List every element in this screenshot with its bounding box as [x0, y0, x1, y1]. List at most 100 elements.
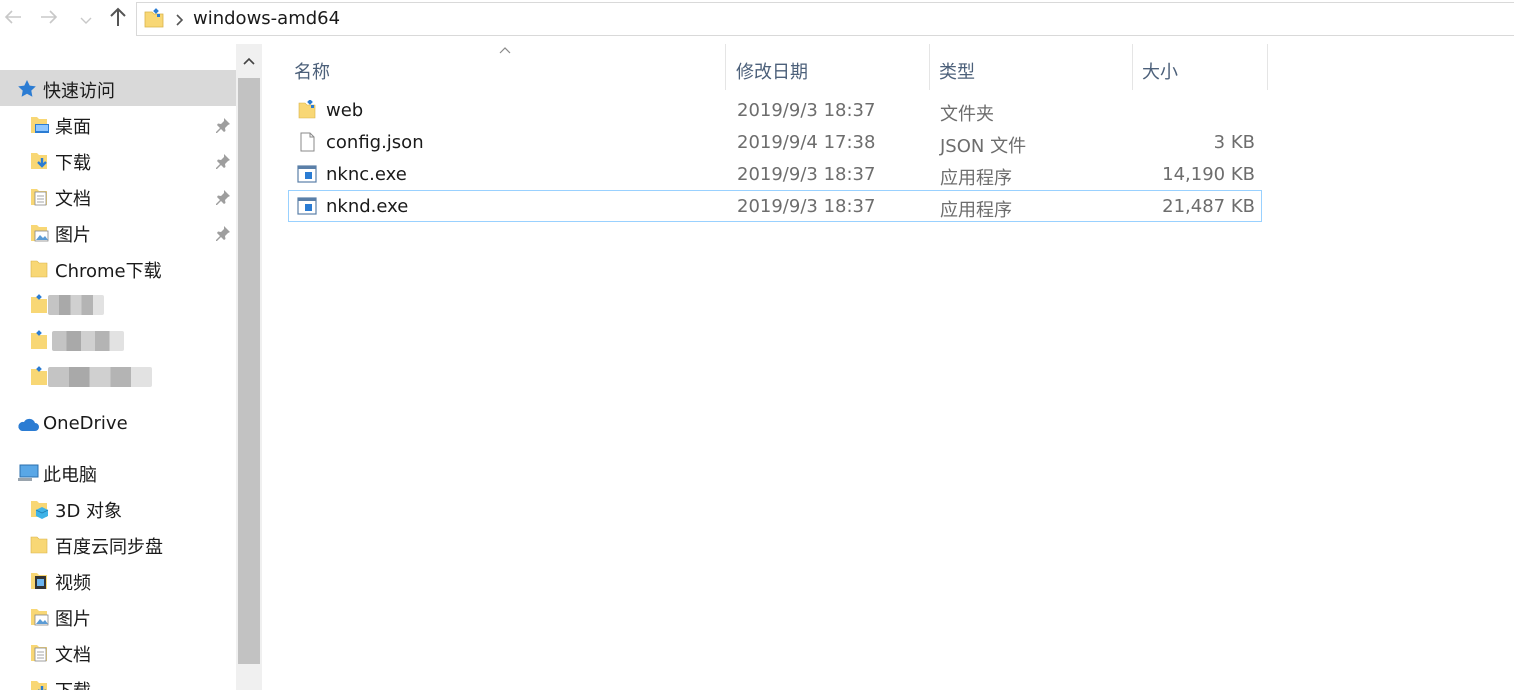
cloud-icon	[16, 414, 39, 436]
scroll-down-button[interactable]	[236, 668, 262, 690]
file-name: config.json	[326, 132, 424, 153]
folder-icon	[143, 8, 165, 30]
navigation-pane: 快速访问 桌面 下载 文档 图片 Chrome下载 OneDrive 此电脑 3…	[0, 44, 236, 690]
nav-item-downloads[interactable]: 下载	[0, 670, 236, 690]
nav-item-documents[interactable]: 文档	[0, 178, 236, 214]
column-divider[interactable]	[1132, 44, 1133, 90]
pin-icon[interactable]	[214, 116, 232, 134]
nav-label: 文档	[55, 645, 91, 666]
downloads-folder-icon	[29, 150, 51, 172]
file-date: 2019/9/3 18:37	[737, 196, 876, 217]
application-icon	[297, 196, 317, 216]
column-divider[interactable]	[929, 44, 930, 90]
nav-label: 文档	[55, 189, 91, 210]
redacted-label	[52, 331, 124, 351]
videos-folder-icon	[29, 570, 51, 592]
folder-icon	[29, 534, 51, 556]
nav-label: 下载	[55, 153, 91, 174]
nav-onedrive[interactable]: OneDrive	[0, 406, 236, 442]
column-header-size[interactable]: 大小	[1134, 44, 1266, 90]
file-row[interactable]: config.json 2019/9/4 17:38 JSON 文件 3 KB	[288, 126, 1262, 158]
file-size: 14,190 KB	[1162, 164, 1255, 185]
forward-arrow-icon	[40, 9, 58, 29]
nav-label: 图片	[55, 609, 91, 630]
nav-item-pictures[interactable]: 图片	[0, 598, 236, 634]
pictures-folder-icon	[29, 606, 51, 628]
file-name: nknc.exe	[326, 164, 407, 185]
forward-button[interactable]	[34, 6, 64, 32]
column-divider[interactable]	[725, 44, 726, 90]
file-row[interactable]: nknc.exe 2019/9/3 18:37 应用程序 14,190 KB	[288, 158, 1262, 190]
back-arrow-icon	[4, 9, 22, 29]
nav-item-chrome-downloads[interactable]: Chrome下载	[0, 250, 236, 286]
column-header-name[interactable]: 名称	[286, 44, 724, 90]
nav-item-redacted[interactable]	[0, 358, 236, 394]
folder-icon	[29, 258, 51, 280]
file-row[interactable]: nknd.exe 2019/9/3 18:37 应用程序 21,487 KB	[288, 190, 1262, 222]
star-icon	[16, 78, 38, 100]
desktop-folder-icon	[29, 114, 51, 136]
column-header-type[interactable]: 类型	[931, 44, 1131, 90]
nav-item-videos[interactable]: 视频	[0, 562, 236, 598]
nav-label: 桌面	[55, 117, 91, 138]
document-icon	[297, 132, 317, 152]
nav-label: 3D 对象	[55, 501, 123, 522]
pin-icon[interactable]	[214, 152, 232, 170]
nav-quick-access[interactable]: 快速访问	[0, 70, 236, 106]
file-date: 2019/9/3 18:37	[737, 164, 876, 185]
nav-item-redacted[interactable]	[0, 322, 236, 358]
pictures-folder-icon	[29, 222, 51, 244]
back-button[interactable]	[0, 6, 26, 32]
nav-label: 此电脑	[43, 465, 97, 486]
nav-label: 视频	[55, 573, 91, 594]
breadcrumb-current[interactable]: windows-amd64	[193, 8, 340, 29]
address-bar[interactable]: windows-amd64	[136, 2, 1514, 36]
scrollbar-thumb[interactable]	[238, 78, 260, 664]
nav-label: Chrome下载	[55, 261, 162, 282]
column-divider[interactable]	[1267, 44, 1268, 90]
file-size: 21,487 KB	[1162, 196, 1255, 217]
nav-item-desktop[interactable]: 桌面	[0, 106, 236, 142]
nav-item-baidu-sync[interactable]: 百度云同步盘	[0, 526, 236, 562]
file-type: 应用程序	[940, 200, 1012, 221]
nav-label: OneDrive	[43, 413, 128, 434]
column-header-date[interactable]: 修改日期	[728, 44, 928, 90]
up-arrow-icon	[109, 7, 127, 31]
computer-icon	[16, 462, 39, 484]
scroll-up-button[interactable]	[236, 44, 262, 74]
file-type: 应用程序	[940, 168, 1012, 189]
pin-icon[interactable]	[214, 188, 232, 206]
nav-label: 快速访问	[43, 81, 115, 102]
folder-icon	[297, 99, 317, 120]
redacted-label	[48, 367, 152, 387]
file-date: 2019/9/4 17:38	[737, 132, 876, 153]
folder-icon	[29, 330, 51, 352]
documents-folder-icon	[29, 642, 51, 664]
redacted-label	[48, 295, 104, 315]
application-icon	[297, 164, 317, 184]
pin-icon[interactable]	[214, 224, 232, 242]
nav-item-documents[interactable]: 文档	[0, 634, 236, 670]
documents-folder-icon	[29, 186, 51, 208]
chevron-right-icon[interactable]	[173, 12, 185, 28]
nav-item-pictures[interactable]: 图片	[0, 214, 236, 250]
nav-item-3d-objects[interactable]: 3D 对象	[0, 490, 236, 526]
nav-item-downloads[interactable]: 下载	[0, 142, 236, 178]
downloads-folder-icon	[29, 678, 51, 690]
file-type: JSON 文件	[940, 136, 1027, 157]
file-list-view: 名称 修改日期 类型 大小 web 2019/9/3 18:37 文件夹 con…	[262, 38, 1514, 690]
3d-objects-folder-icon	[29, 498, 51, 520]
up-button[interactable]	[104, 6, 132, 32]
file-name: nknd.exe	[326, 196, 409, 217]
file-size: 3 KB	[1213, 132, 1255, 153]
file-type: 文件夹	[940, 104, 994, 125]
address-toolbar: windows-amd64	[0, 0, 1514, 38]
file-name: web	[326, 100, 364, 121]
recent-locations-button[interactable]	[76, 6, 96, 32]
sidebar-scrollbar[interactable]	[236, 44, 262, 690]
nav-this-pc[interactable]: 此电脑	[0, 454, 236, 490]
file-row[interactable]: web 2019/9/3 18:37 文件夹	[288, 94, 1262, 126]
nav-item-redacted[interactable]	[0, 286, 236, 322]
nav-label: 图片	[55, 225, 91, 246]
chevron-down-icon	[80, 10, 92, 29]
